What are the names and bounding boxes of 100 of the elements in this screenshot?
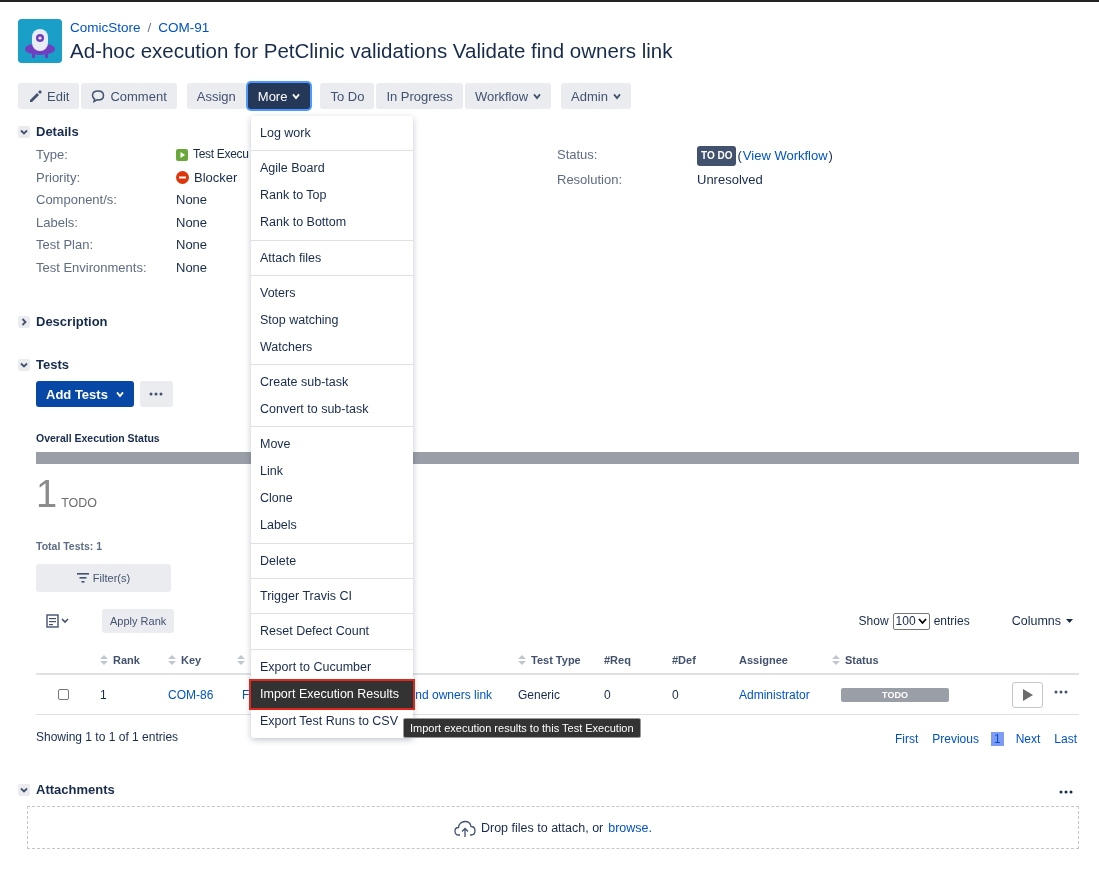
apply-rank-button[interactable]: Apply Rank bbox=[102, 609, 175, 633]
toolbar-button[interactable]: To Do bbox=[320, 83, 375, 109]
menu-item[interactable]: Trigger Travis CI bbox=[251, 583, 413, 611]
menu-item[interactable]: Import Execution Results bbox=[251, 680, 413, 708]
section-heading: Tests bbox=[36, 357, 69, 372]
menu-item[interactable]: Convert to sub-task bbox=[251, 396, 413, 424]
status-lozenge: TO DO bbox=[697, 146, 737, 166]
caret-icon bbox=[1066, 619, 1073, 623]
menu-item[interactable]: Reset Defect Count bbox=[251, 618, 413, 646]
menu-item[interactable]: Create sub-task bbox=[251, 369, 413, 397]
file-drop-zone[interactable]: Drop files to attach, or browse. bbox=[27, 806, 1079, 849]
ellipsis-icon bbox=[149, 392, 164, 396]
summary-link[interactable]: nd owners link bbox=[415, 687, 493, 702]
column-header[interactable]: Rank bbox=[113, 653, 140, 666]
menu-item[interactable]: Watchers bbox=[251, 333, 413, 361]
table-cell: 0 bbox=[672, 687, 679, 702]
field-label: Test Environments: bbox=[36, 258, 148, 276]
toolbar-button[interactable]: More bbox=[247, 83, 311, 109]
toggle-icon[interactable] bbox=[18, 125, 30, 138]
menu-item[interactable]: Stop watching bbox=[251, 306, 413, 334]
summary-link[interactable]: F bbox=[242, 687, 250, 702]
paren-text: ) bbox=[828, 147, 833, 165]
menu-item[interactable]: Delete bbox=[251, 547, 413, 575]
filter-button[interactable]: Filter(s) bbox=[36, 564, 171, 592]
menu-item[interactable]: Rank to Top bbox=[251, 182, 413, 210]
field-value: None bbox=[176, 191, 208, 209]
field-value: Test Execu bbox=[193, 146, 249, 163]
section-heading: Attachments bbox=[36, 782, 115, 797]
row-checkbox[interactable] bbox=[58, 689, 69, 700]
pagination-link[interactable]: Last bbox=[1052, 732, 1079, 746]
filter-icon bbox=[76, 573, 89, 583]
toolbar-button[interactable]: Comment bbox=[81, 83, 177, 109]
page-size-select[interactable]: 100 bbox=[892, 612, 930, 630]
field-value: Unresolved bbox=[697, 170, 763, 188]
field-label: Component/s: bbox=[36, 191, 118, 209]
run-button[interactable] bbox=[1012, 681, 1043, 708]
field-value: None bbox=[176, 236, 208, 254]
show-label: Show bbox=[858, 614, 889, 628]
column-header[interactable]: Key bbox=[181, 653, 202, 666]
toolbar-button[interactable]: In Progress bbox=[376, 83, 463, 109]
toolbar-button[interactable]: Assign bbox=[186, 83, 246, 109]
play-square-icon bbox=[176, 148, 188, 161]
breadcrumb-link[interactable]: COM-91 bbox=[158, 20, 210, 35]
entries-label: entries bbox=[933, 614, 970, 628]
breadcrumb-link[interactable]: ComicStore bbox=[70, 20, 141, 35]
ellipsis-icon bbox=[1059, 790, 1073, 794]
toolbar-button[interactable]: Admin bbox=[561, 83, 631, 109]
status-name: TODO bbox=[61, 496, 98, 510]
table-cell: Generic bbox=[518, 687, 561, 702]
table-cell: 0 bbox=[604, 687, 611, 702]
column-header[interactable]: #Def bbox=[672, 653, 696, 666]
field-label: Test Plan: bbox=[36, 236, 95, 254]
toggle-icon[interactable] bbox=[18, 783, 30, 796]
drop-files-text: Drop files to attach, or bbox=[480, 820, 604, 835]
field-value: None bbox=[176, 213, 208, 231]
toggle-icon[interactable] bbox=[18, 315, 30, 328]
assignee-link[interactable]: Administrator bbox=[739, 687, 810, 702]
column-header[interactable]: #Req bbox=[604, 653, 631, 666]
section-heading: Details bbox=[36, 124, 79, 139]
menu-item[interactable]: Clone bbox=[251, 485, 413, 513]
tooltip: Import execution results to this Test Execution bbox=[403, 718, 641, 738]
caret-icon bbox=[292, 92, 301, 100]
toolbar-button[interactable]: Edit bbox=[18, 83, 80, 109]
column-header[interactable]: Assignee bbox=[739, 653, 788, 666]
blocker-icon bbox=[176, 170, 189, 184]
showing-entries-text: Showing 1 to 1 of 1 entries bbox=[36, 729, 179, 744]
menu-item[interactable]: Attach files bbox=[251, 244, 413, 272]
menu-item[interactable]: Agile Board bbox=[251, 155, 413, 183]
status-lozenge: TODO bbox=[841, 687, 949, 702]
toolbar-button[interactable]: Workflow bbox=[464, 83, 552, 109]
column-header[interactable]: Status bbox=[845, 653, 879, 666]
toggle-icon[interactable] bbox=[18, 358, 30, 371]
play-icon bbox=[1022, 688, 1033, 701]
caret-icon bbox=[115, 390, 124, 398]
field-label: Labels: bbox=[36, 213, 79, 231]
pagination-link[interactable]: Previous bbox=[930, 732, 981, 746]
issue-key-link[interactable]: COM-86 bbox=[168, 687, 214, 702]
browse-link[interactable]: browse. bbox=[608, 820, 653, 835]
pagination-link[interactable]: First bbox=[892, 732, 921, 746]
field-value: Blocker bbox=[194, 168, 238, 186]
menu-item[interactable]: Export to Cucumber bbox=[251, 653, 413, 681]
caret-icon bbox=[533, 92, 542, 100]
caret-icon bbox=[917, 617, 927, 625]
menu-item[interactable]: Rank to Bottom bbox=[251, 209, 413, 237]
menu-item[interactable]: Voters bbox=[251, 279, 413, 307]
column-header[interactable]: Test Type bbox=[531, 653, 581, 666]
caret-icon bbox=[612, 92, 621, 100]
menu-item[interactable]: Move bbox=[251, 431, 413, 459]
table-cell: 1 bbox=[100, 687, 107, 702]
field-label: Resolution: bbox=[557, 170, 624, 188]
columns-button[interactable]: Columns bbox=[1005, 613, 1079, 629]
menu-item[interactable]: Link bbox=[251, 458, 413, 486]
field-value: None bbox=[176, 258, 208, 276]
menu-item[interactable]: Labels bbox=[251, 512, 413, 540]
menu-item[interactable]: Log work bbox=[251, 120, 413, 147]
view-workflow-link[interactable]: View Workflow bbox=[742, 147, 828, 165]
field-label: Status: bbox=[557, 146, 599, 164]
pagination-link[interactable]: Next bbox=[1013, 732, 1043, 746]
add-tests-button[interactable]: Add Tests bbox=[36, 381, 134, 407]
issue-title: Ad-hoc execution for PetClinic validations Validate find owners link bbox=[70, 39, 673, 63]
